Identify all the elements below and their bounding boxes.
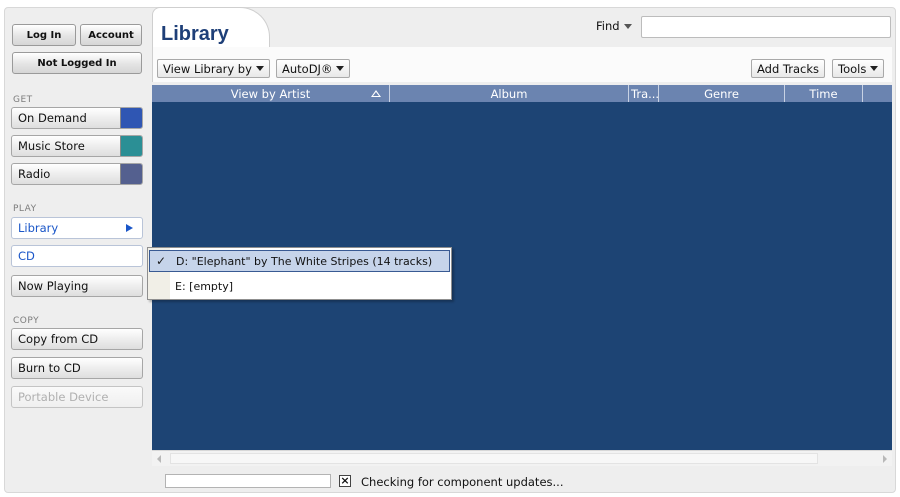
login-button[interactable]: Log In [12, 24, 76, 46]
column-header-time[interactable]: Time [785, 85, 863, 102]
sidebar-item-label: Library [18, 221, 59, 235]
sidebar-item-now-playing[interactable]: Now Playing [11, 275, 143, 297]
column-header-label: Album [490, 86, 528, 101]
sort-ascending-icon [371, 90, 381, 97]
cancel-update-button[interactable]: × [339, 475, 351, 487]
menu-item-label: E: [empty] [175, 279, 234, 293]
chevron-down-icon [336, 66, 345, 71]
column-header-label: Genre [704, 86, 739, 101]
sidebar-item-label: CD [18, 249, 35, 263]
on-demand-swatch [120, 108, 142, 128]
view-library-by-button[interactable]: View Library by [157, 59, 270, 78]
get-section-header: GET [13, 95, 33, 105]
chevron-down-icon [255, 66, 264, 71]
column-header-label: View by Artist [230, 86, 311, 101]
find-label: Find [596, 19, 620, 33]
sidebar-item-label: Burn to CD [18, 361, 81, 375]
sidebar-item-label: Now Playing [18, 279, 89, 293]
add-tracks-label: Add Tracks [757, 61, 820, 76]
column-header-label: Time [809, 86, 838, 101]
sidebar-item-radio[interactable]: Radio [11, 163, 143, 185]
sidebar-item-music-store[interactable]: Music Store [11, 135, 143, 157]
sidebar-item-label: Music Store [18, 139, 85, 153]
search-input[interactable] [641, 16, 891, 38]
sidebar-item-copy-from-cd[interactable]: Copy from CD [11, 328, 143, 350]
page-title: Library [161, 23, 229, 45]
sidebar-item-label: Copy from CD [18, 332, 99, 346]
add-tracks-button[interactable]: Add Tracks [751, 59, 826, 78]
tools-button[interactable]: Tools [832, 59, 885, 78]
scroll-left-icon[interactable] [157, 455, 161, 463]
menu-item-drive-e[interactable]: E: [empty] [149, 275, 450, 297]
cd-drive-menu: ✓ D: "Elephant" by The White Stripes (14… [147, 247, 452, 300]
checkmark-icon: ✓ [156, 254, 167, 268]
sidebar-item-portable-device[interactable]: Portable Device [11, 386, 143, 408]
chevron-down-icon [623, 23, 632, 29]
sidebar-item-label: Portable Device [18, 390, 109, 404]
scroll-right-icon[interactable] [883, 455, 887, 463]
play-section-header: PLAY [13, 204, 37, 214]
chevron-down-icon [870, 66, 879, 71]
column-header-genre[interactable]: Genre [659, 85, 785, 102]
autodj-label: AutoDJ® [282, 61, 333, 76]
login-status-button[interactable]: Not Logged In [12, 52, 142, 74]
menu-item-label: D: "Elephant" by The White Stripes (14 t… [176, 254, 433, 268]
status-text: Checking for component updates... [361, 475, 564, 489]
copy-section-header: COPY [13, 316, 40, 326]
track-grid-header: View by Artist Album Tra... Genre Time [152, 85, 892, 102]
autodj-button[interactable]: AutoDJ® [276, 59, 351, 78]
column-header-track[interactable]: Tra... [629, 85, 659, 102]
play-arrow-icon [126, 224, 133, 232]
status-bar: × Checking for component updates... [152, 470, 892, 490]
sidebar-item-cd[interactable]: CD [11, 245, 143, 267]
column-header-label: Tra... [631, 86, 659, 101]
account-button[interactable]: Account [80, 24, 142, 46]
progress-bar [165, 474, 331, 488]
scrollbar-thumb[interactable] [170, 453, 818, 464]
music-store-swatch [120, 136, 142, 156]
sidebar-item-label: On Demand [18, 111, 87, 125]
view-library-by-label: View Library by [163, 61, 252, 76]
sidebar-item-on-demand[interactable]: On Demand [11, 107, 143, 129]
column-header-artist[interactable]: View by Artist [152, 85, 390, 102]
horizontal-scrollbar[interactable] [152, 450, 892, 466]
sidebar: Log In Account Not Logged In GET On Dema… [0, 0, 148, 497]
tools-label: Tools [838, 61, 867, 76]
sidebar-item-label: Radio [18, 167, 51, 181]
column-header-album[interactable]: Album [390, 85, 629, 102]
find-dropdown[interactable]: Find [596, 19, 632, 33]
menu-item-drive-d[interactable]: ✓ D: "Elephant" by The White Stripes (14… [149, 250, 450, 272]
sidebar-item-burn-to-cd[interactable]: Burn to CD [11, 357, 143, 379]
radio-swatch [120, 164, 142, 184]
sidebar-item-library[interactable]: Library [11, 217, 143, 239]
